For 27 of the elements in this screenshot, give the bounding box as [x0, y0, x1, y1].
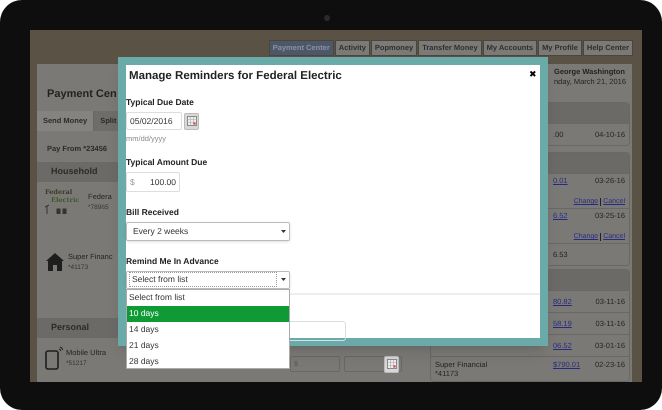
amount-value: 100.00: [150, 176, 176, 188]
due-date-field[interactable]: 05/02/2016: [126, 112, 182, 130]
section-title: Household: [51, 165, 98, 178]
calendar-button[interactable]: [184, 112, 199, 130]
dropdown-option[interactable]: 28 days: [127, 354, 289, 368]
dropdown-caret-icon: [281, 230, 286, 233]
close-button[interactable]: ✖: [529, 70, 537, 79]
field-label: Remind Me In Advance: [126, 254, 220, 268]
field-label: Typical Due Date: [126, 96, 195, 109]
frequency-select[interactable]: Every 2 weeks: [126, 222, 290, 241]
date-field[interactable]: [344, 356, 402, 372]
field-label: Typical Amount Due: [126, 156, 208, 169]
dropdown-option[interactable]: 10 days: [127, 306, 289, 322]
amount-due-field[interactable]: $ 100.00: [126, 172, 180, 192]
field-label: Bill Received: [126, 206, 180, 219]
page-title: Payment Cen: [47, 87, 117, 102]
dropdown-option[interactable]: 21 days: [127, 338, 289, 354]
currency-symbol: $: [130, 176, 135, 188]
camera-icon: [324, 15, 330, 21]
tablet-icon: [45, 346, 63, 370]
section-title: Personal: [51, 321, 90, 334]
house-icon: [45, 252, 65, 272]
calendar-icon[interactable]: [384, 356, 399, 372]
dropdown-option[interactable]: Select from list: [127, 290, 289, 306]
dropdown-option[interactable]: 14 days: [127, 322, 289, 338]
dropdown-caret-icon: [281, 278, 286, 281]
modal-title: Manage Reminders for Federal Electric: [129, 69, 342, 84]
